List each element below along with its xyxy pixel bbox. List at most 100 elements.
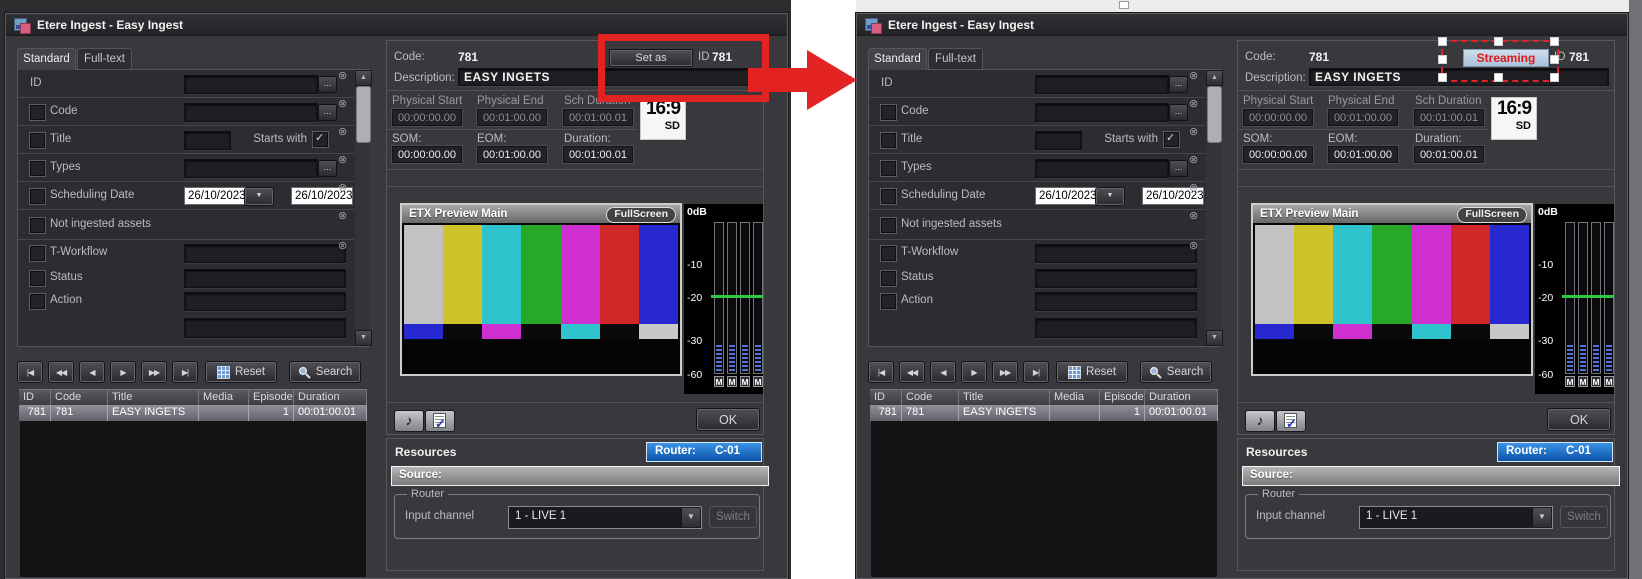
types-checkbox[interactable] <box>30 161 45 176</box>
title-input[interactable] <box>1035 131 1082 150</box>
scrollbar-thumb[interactable] <box>1207 86 1222 143</box>
col-header-title[interactable]: Title <box>959 389 1050 405</box>
col-header-code[interactable]: Code <box>51 389 108 405</box>
nav-previous-button[interactable]: ◀ <box>930 361 956 383</box>
input-channel-select[interactable]: 1 - LIVE 1 ▼ <box>1359 506 1553 529</box>
scroll-up-icon[interactable]: ▲ <box>1206 70 1223 86</box>
report-check-button[interactable]: ✓ <box>425 410 455 432</box>
not-ingested-checkbox[interactable] <box>881 218 896 233</box>
tab-standard[interactable]: Standard <box>17 48 76 70</box>
clear-filter-icon[interactable]: ⊗ <box>338 182 347 194</box>
duration-input[interactable]: 00:01:00.01 <box>563 146 633 163</box>
reset-button[interactable]: Reset <box>1056 361 1128 383</box>
reset-button[interactable]: Reset <box>205 361 277 383</box>
clear-filter-icon[interactable]: ⊗ <box>1189 126 1198 138</box>
chevron-down-icon[interactable]: ▼ <box>681 508 700 527</box>
audio-note-button[interactable]: ♪ <box>394 410 424 432</box>
col-header-id[interactable]: ID <box>19 389 51 405</box>
clear-filter-icon[interactable]: ⊗ <box>338 70 347 82</box>
nav-last-button[interactable]: ▶| <box>1023 361 1049 383</box>
switch-button[interactable]: Switch <box>1560 506 1608 528</box>
duration-input[interactable]: 00:01:00.01 <box>1414 146 1484 163</box>
mute-button[interactable]: M <box>1578 376 1588 387</box>
t-workflow-input[interactable] <box>184 244 346 263</box>
clear-filter-icon[interactable]: ⊗ <box>338 126 347 138</box>
types-browse-button[interactable]: ... <box>318 160 337 177</box>
status-input[interactable] <box>184 269 346 288</box>
types-input[interactable] <box>184 159 318 178</box>
som-input[interactable]: 00:00:00.00 <box>392 146 462 163</box>
col-header-episode[interactable]: Episode <box>1100 389 1145 405</box>
scroll-down-icon[interactable]: ▼ <box>355 330 372 346</box>
nav-forward-button[interactable]: ▶▶ <box>992 361 1018 383</box>
fullscreen-button[interactable]: FullScreen <box>606 207 676 223</box>
search-button[interactable]: Search <box>289 361 361 383</box>
date-from-input[interactable]: 26/10/2023 <box>184 187 246 205</box>
col-header-media[interactable]: Media <box>1050 389 1100 405</box>
clear-filter-icon[interactable]: ⊗ <box>338 154 347 166</box>
date-from-input[interactable]: 26/10/2023 <box>1035 187 1097 205</box>
tab-fulltext[interactable]: Full-text <box>77 48 132 69</box>
clear-filter-icon[interactable]: ⊗ <box>338 98 347 110</box>
extra-filter-input[interactable] <box>184 318 346 338</box>
date-dropdown-button[interactable]: ▼ <box>1095 187 1125 206</box>
id-browse-button[interactable]: ... <box>1169 76 1188 93</box>
code-browse-button[interactable]: ... <box>318 104 337 121</box>
mute-button[interactable]: M <box>1565 376 1575 387</box>
col-header-media[interactable]: Media <box>199 389 249 405</box>
col-header-code[interactable]: Code <box>902 389 959 405</box>
extra-filter-input[interactable] <box>1035 318 1197 338</box>
filter-scrollbar[interactable]: ▲ ▼ <box>1206 70 1221 346</box>
window-titlebar[interactable]: Etere Ingest - Easy Ingest <box>857 14 1627 36</box>
clear-filter-icon[interactable]: ⊗ <box>1189 210 1198 222</box>
tab-standard[interactable]: Standard <box>868 48 927 70</box>
id-browse-button[interactable]: ... <box>318 76 337 93</box>
tab-fulltext[interactable]: Full-text <box>928 48 983 69</box>
chevron-down-icon[interactable]: ▼ <box>1532 508 1551 527</box>
audio-note-button[interactable]: ♪ <box>1245 410 1275 432</box>
action-input[interactable] <box>1035 292 1197 311</box>
t-workflow-checkbox[interactable] <box>881 246 896 261</box>
date-dropdown-button[interactable]: ▼ <box>244 187 274 206</box>
nav-rewind-button[interactable]: ◀◀ <box>48 361 74 383</box>
som-input[interactable]: 00:00:00.00 <box>1243 146 1313 163</box>
clear-filter-icon[interactable]: ⊗ <box>338 210 347 222</box>
nav-next-button[interactable]: ▶ <box>110 361 136 383</box>
starts-with-checkbox[interactable]: ✓ <box>1164 132 1179 147</box>
switch-button[interactable]: Switch <box>709 506 757 528</box>
code-checkbox[interactable] <box>30 105 45 120</box>
t-workflow-checkbox[interactable] <box>30 246 45 261</box>
scroll-down-icon[interactable]: ▼ <box>1206 330 1223 346</box>
fullscreen-button[interactable]: FullScreen <box>1457 207 1527 223</box>
nav-rewind-button[interactable]: ◀◀ <box>899 361 925 383</box>
nav-first-button[interactable]: |◀ <box>868 361 894 383</box>
action-checkbox[interactable] <box>30 294 45 309</box>
not-ingested-checkbox[interactable] <box>30 218 45 233</box>
action-checkbox[interactable] <box>881 294 896 309</box>
window-titlebar[interactable]: Etere Ingest - Easy Ingest <box>6 14 787 36</box>
clear-filter-icon[interactable]: ⊗ <box>1189 98 1198 110</box>
types-input[interactable] <box>1035 159 1169 178</box>
code-input[interactable] <box>184 103 318 122</box>
clear-filter-icon[interactable]: ⊗ <box>1189 70 1198 82</box>
ok-button[interactable]: OK <box>696 408 760 431</box>
clear-filter-icon[interactable]: ⊗ <box>1189 154 1198 166</box>
clear-filter-icon[interactable]: ⊗ <box>338 240 347 252</box>
nav-first-button[interactable]: |◀ <box>17 361 43 383</box>
eom-input[interactable]: 00:01:00.00 <box>477 146 547 163</box>
mute-button[interactable]: M <box>740 376 750 387</box>
scheduling-date-checkbox[interactable] <box>30 189 45 204</box>
id-input[interactable] <box>184 75 318 94</box>
nav-previous-button[interactable]: ◀ <box>79 361 105 383</box>
mute-button[interactable]: M <box>1604 376 1614 387</box>
scheduling-date-checkbox[interactable] <box>881 189 896 204</box>
id-input[interactable] <box>1035 75 1169 94</box>
types-checkbox[interactable] <box>881 161 896 176</box>
title-checkbox[interactable] <box>881 133 896 148</box>
scroll-up-icon[interactable]: ▲ <box>355 70 372 86</box>
col-header-duration[interactable]: Duration <box>294 389 367 405</box>
t-workflow-input[interactable] <box>1035 244 1197 263</box>
nav-next-button[interactable]: ▶ <box>961 361 987 383</box>
input-channel-select[interactable]: 1 - LIVE 1 ▼ <box>508 506 702 529</box>
status-checkbox[interactable] <box>881 271 896 286</box>
